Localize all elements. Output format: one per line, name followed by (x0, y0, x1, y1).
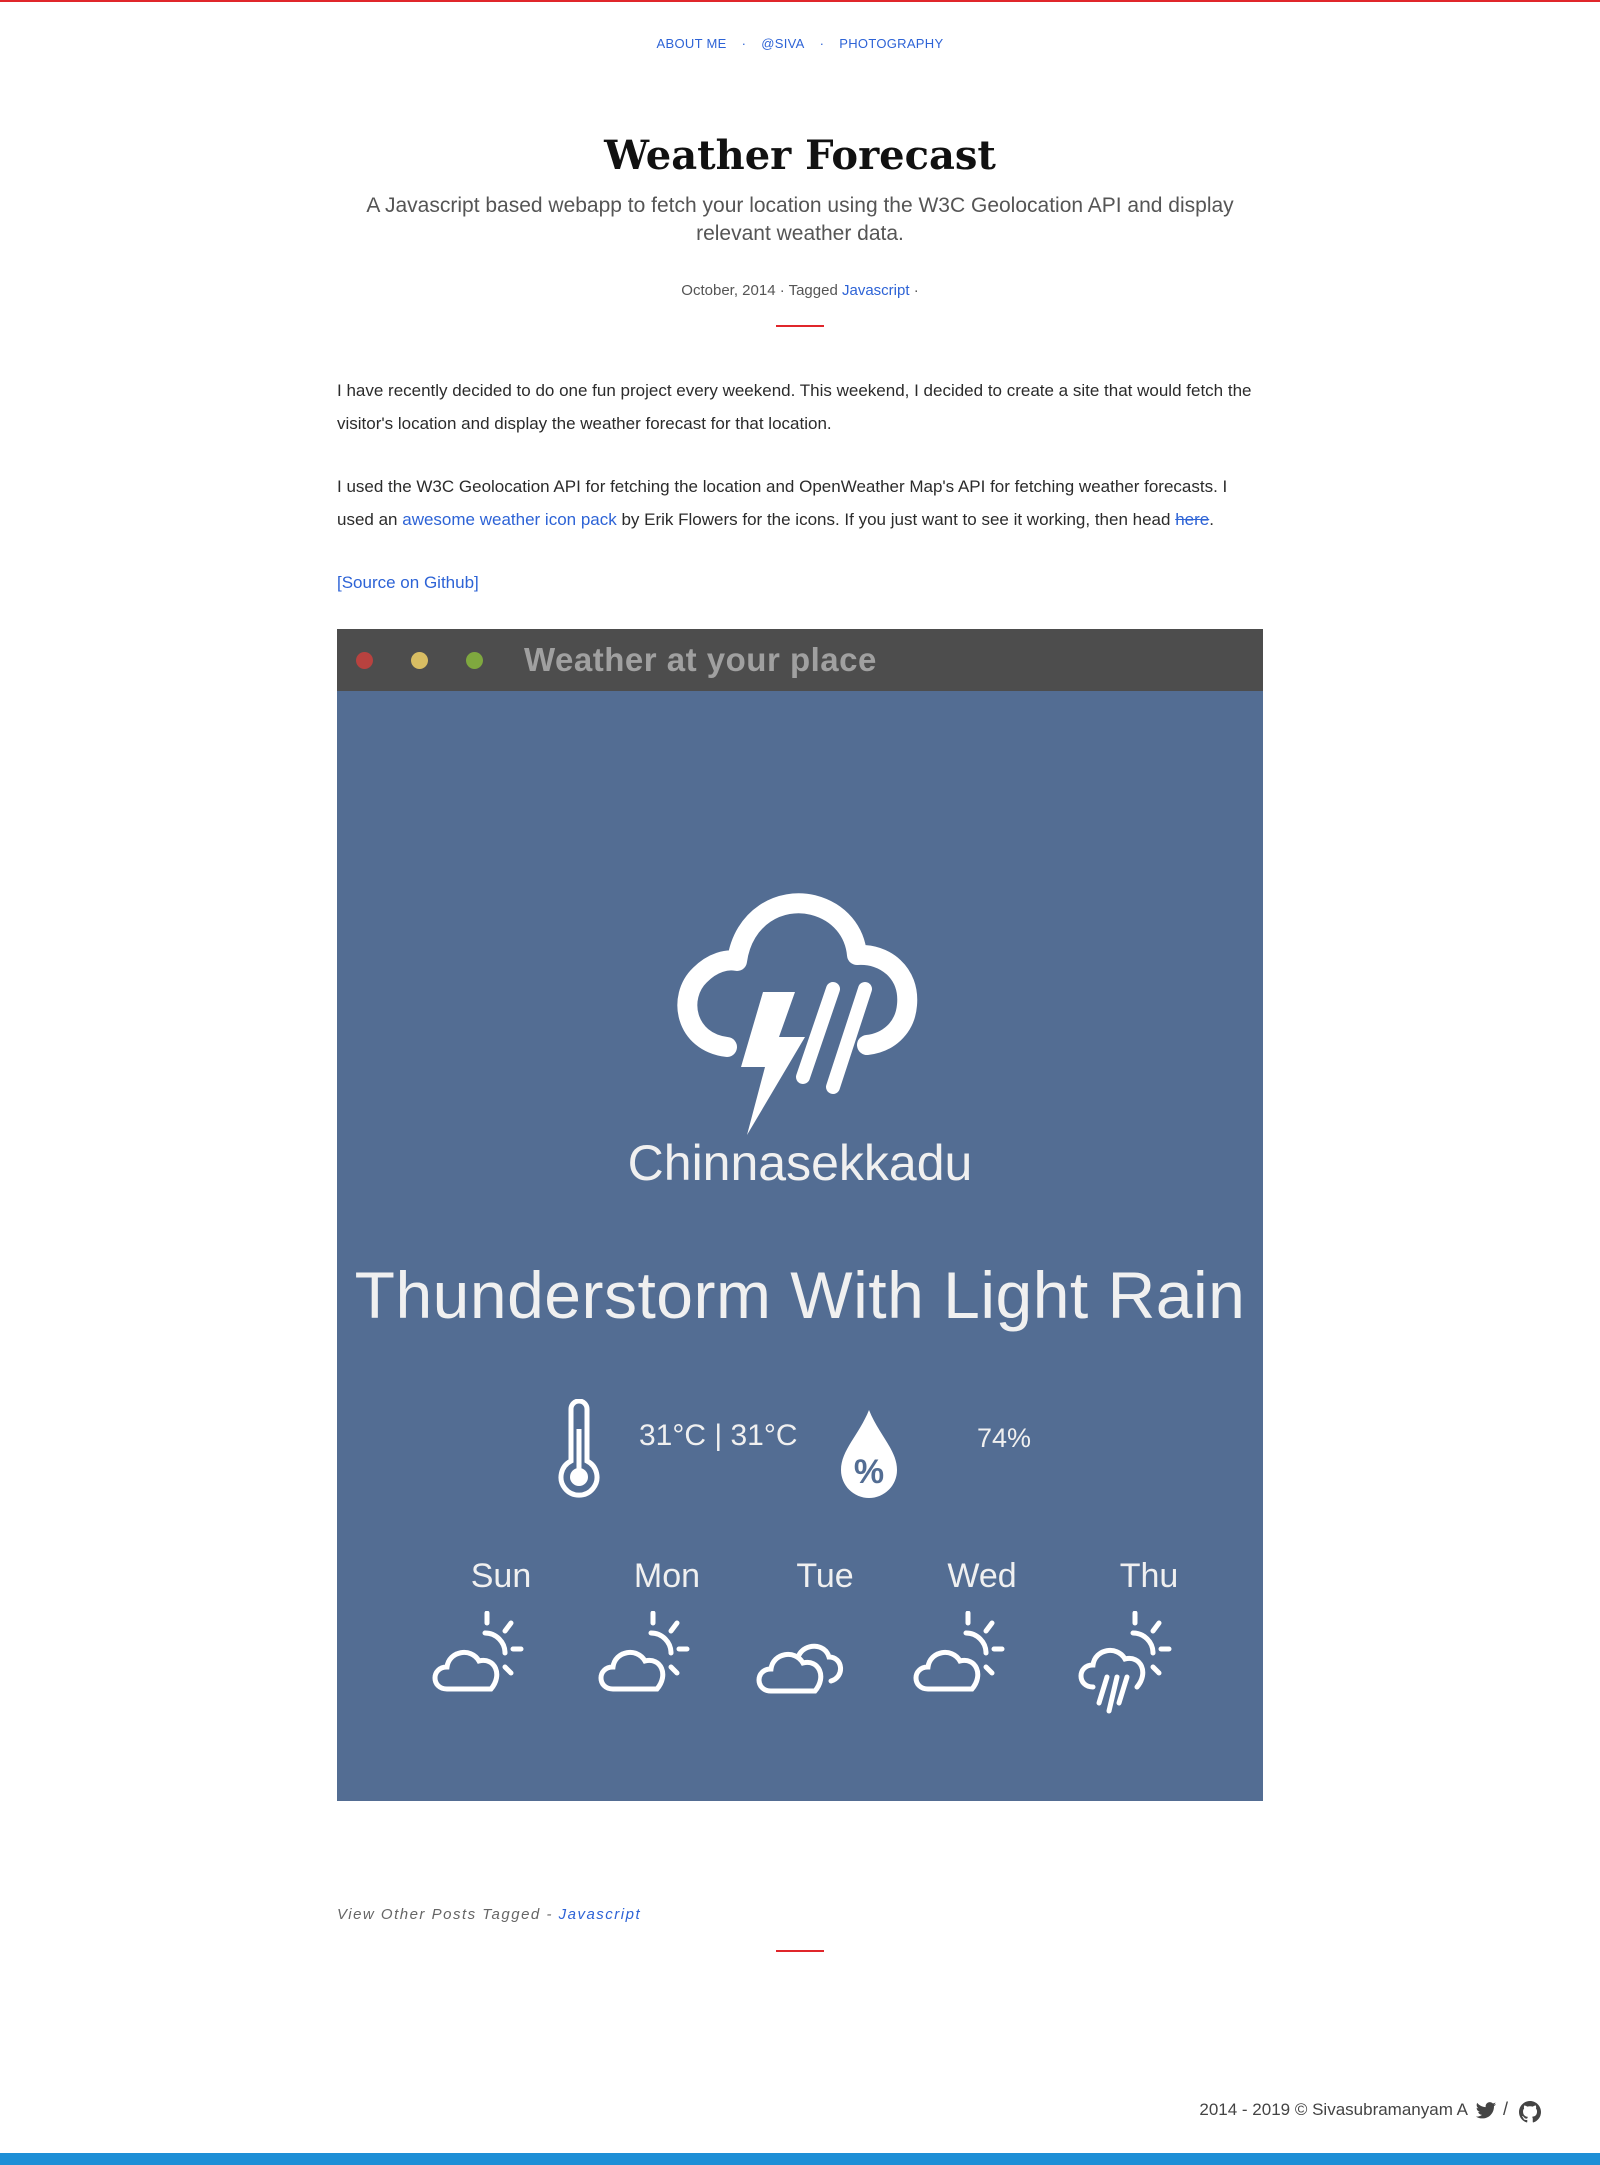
paragraph-text: by Erik Flowers for the icons. If you ju… (616, 510, 1176, 529)
temperature-readout: 31°C | 31°C (639, 1419, 798, 1452)
top-accent-bar (0, 0, 1600, 2)
day-cloudy-icon (913, 1611, 1005, 1692)
post-date: October, 2014 (681, 282, 776, 299)
nav-siva[interactable]: @Siva (761, 36, 804, 51)
tagged-label: · Tagged (779, 282, 838, 299)
top-nav: About Me · @Siva · Photography (0, 36, 1600, 51)
nav-separator: · (819, 36, 825, 51)
tag-suffix: · (913, 282, 919, 299)
thermometer-icon (558, 1399, 600, 1498)
footer-divider (776, 1950, 824, 1952)
source-github-link[interactable]: [Source on Github] (337, 573, 479, 592)
post-paragraph-2: I used the W3C Geolocation API for fetch… (337, 470, 1263, 536)
humidity-readout: 74% (977, 1423, 1032, 1453)
close-dot-icon (356, 652, 373, 669)
other-posts-label: View Other Posts Tagged - (337, 1906, 553, 1923)
github-icon[interactable] (1519, 2101, 1541, 2123)
thunderstorm-rain-icon (677, 893, 918, 1135)
forecast-day: Tue (796, 1557, 854, 1595)
svg-text:%: % (854, 1453, 884, 1491)
post-title: Weather Forecast (604, 132, 996, 179)
nav-about-me[interactable]: About Me (657, 36, 727, 51)
bottom-accent-bar (0, 2153, 1600, 2165)
maximize-dot-icon (466, 652, 483, 669)
header-divider (776, 325, 824, 327)
nav-photography[interactable]: Photography (839, 36, 943, 51)
copyright-text: 2014 - 2019 © Sivasubramanyam A (1199, 2100, 1468, 2119)
post-paragraph-1: I have recently decided to do one fun pr… (337, 381, 1252, 433)
forecast-day: Wed (947, 1557, 1017, 1595)
day-cloudy-icon (432, 1611, 524, 1692)
forecast-day: Mon (633, 1557, 701, 1595)
nav-separator: · (741, 36, 747, 51)
post-subtitle: A Javascript based webapp to fetch your … (366, 194, 1234, 245)
other-posts-line: View Other Posts Tagged - Javascript (337, 1906, 641, 1923)
demo-link[interactable]: here (1175, 510, 1209, 529)
forecast-day: Thu (1119, 1557, 1179, 1595)
source-paragraph: [Source on Github] (337, 566, 1263, 599)
window-title: Weather at your place (524, 641, 877, 678)
cloudy-icon (756, 1643, 843, 1694)
twitter-icon[interactable] (1475, 2101, 1497, 2121)
footer-tag-link[interactable]: Javascript (559, 1906, 642, 1923)
post-meta: October, 2014 · Tagged Javascript · (0, 282, 1600, 299)
city-name: Chinnasekkadu (627, 1135, 973, 1191)
forecast-day: Sun (470, 1557, 532, 1595)
app-screenshot: Weather at your place Chinnasekkadu Thun… (337, 629, 1263, 1801)
icon-pack-link[interactable]: awesome weather icon pack (402, 510, 617, 529)
minimize-dot-icon (411, 652, 428, 669)
day-cloudy-icon (598, 1611, 690, 1692)
window-titlebar: Weather at your place (337, 629, 1263, 691)
humidity-icon: % (841, 1410, 897, 1498)
paragraph-text: . (1209, 510, 1214, 529)
weather-condition: Thunderstorm With Light Rain (354, 1258, 1246, 1332)
post-tag-link[interactable]: Javascript (842, 282, 910, 299)
day-rain-icon (1078, 1611, 1172, 1714)
footer-slash: / (1503, 2099, 1509, 2119)
